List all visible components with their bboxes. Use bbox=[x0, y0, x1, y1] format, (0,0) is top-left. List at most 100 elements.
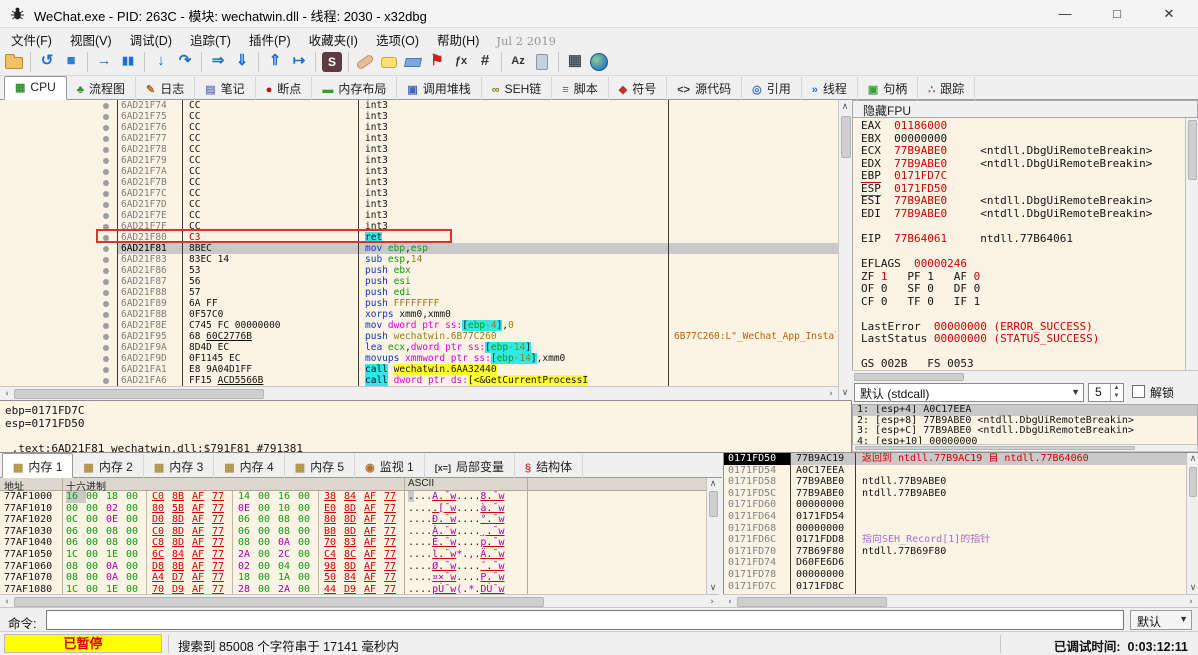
argument-count-stepper[interactable]: 5▲▼ bbox=[1088, 383, 1124, 402]
memory-byte[interactable]: 38 bbox=[318, 491, 344, 503]
tab-struct[interactable]: §结构体 bbox=[515, 454, 583, 478]
stack-row[interactable]: 0171FD7077B69F80ntdll.77B69F80 bbox=[724, 546, 1186, 558]
memory-byte[interactable]: AF bbox=[192, 537, 212, 549]
memory-byte[interactable]: 8D bbox=[172, 514, 192, 526]
memory-byte[interactable]: 00 bbox=[298, 572, 318, 584]
memory-byte[interactable]: AF bbox=[192, 572, 212, 584]
memory-byte[interactable]: 5B bbox=[172, 503, 192, 515]
breakpoint-dot-icon[interactable] bbox=[103, 268, 109, 274]
tab-dump-1[interactable]: ▦内存 1 bbox=[2, 453, 73, 478]
breakpoint-dot-icon[interactable] bbox=[103, 378, 109, 384]
tab-handles[interactable]: ▣句柄 bbox=[858, 77, 918, 100]
memory-byte[interactable]: 77 bbox=[212, 561, 232, 573]
memory-byte[interactable]: 18 bbox=[106, 491, 126, 503]
memory-byte[interactable]: AF bbox=[364, 584, 384, 594]
maximize-button[interactable]: □ bbox=[1094, 0, 1140, 27]
memory-byte[interactable]: 8B bbox=[172, 491, 192, 503]
memory-byte[interactable]: B8 bbox=[318, 526, 344, 538]
registers-list[interactable]: EAX 01186000EBX 00000000ECX 77B9ABE0 <nt… bbox=[852, 118, 1185, 370]
stack-row[interactable]: 0171FD5077B9AC19返回到 ntdll.77B9AC19 自 ntd… bbox=[724, 453, 1186, 465]
memory-byte[interactable]: 2C bbox=[278, 549, 298, 561]
memory-byte[interactable]: 00 bbox=[66, 503, 86, 515]
tab-references[interactable]: ◎引用 bbox=[742, 77, 802, 100]
argument-row[interactable]: 3: [esp+C] 77B9ABE0 <ntdll.DbgUiRemoteBr… bbox=[853, 426, 1197, 437]
tab-seh[interactable]: ∞SEH链 bbox=[482, 77, 553, 100]
memory-byte[interactable]: 00 bbox=[86, 561, 106, 573]
memory-row[interactable]: 77AF10200C000E00D08DAF7706000800808DAF77… bbox=[0, 514, 706, 526]
memory-byte[interactable]: C0 bbox=[146, 491, 172, 503]
breakpoint-dot-icon[interactable] bbox=[103, 202, 109, 208]
memory-byte[interactable]: 00 bbox=[86, 526, 106, 538]
breakpoint-dot-icon[interactable] bbox=[103, 125, 109, 131]
breakpoint-dot-icon[interactable] bbox=[103, 103, 109, 109]
memory-byte[interactable]: AF bbox=[192, 503, 212, 515]
patches-icon[interactable] bbox=[355, 54, 374, 71]
register-line[interactable]: EDI 77B9ABE0 <ntdll.DbgUiRemoteBreakin> bbox=[853, 208, 1185, 221]
disassembly-vertical-scrollbar[interactable]: ∧ ∨ bbox=[838, 100, 852, 400]
breakpoint-dot-icon[interactable] bbox=[103, 169, 109, 175]
stack-horizontal-scrollbar[interactable]: ‹ › bbox=[723, 594, 1198, 608]
memory-byte[interactable]: 8D bbox=[344, 503, 364, 515]
memory-byte[interactable]: 02 bbox=[106, 503, 126, 515]
scrollbar-thumb[interactable] bbox=[1189, 467, 1197, 497]
memory-byte[interactable]: 14 bbox=[232, 491, 258, 503]
memory-byte[interactable]: 00 bbox=[126, 526, 146, 538]
memory-byte[interactable]: C0 bbox=[146, 526, 172, 538]
memory-byte[interactable]: 77 bbox=[212, 503, 232, 515]
memory-byte[interactable]: AF bbox=[192, 526, 212, 538]
memory-byte[interactable]: AF bbox=[192, 514, 212, 526]
memory-byte[interactable]: E0 bbox=[318, 503, 344, 515]
disasm-row[interactable]: 6AD21F7CCCint3 bbox=[0, 188, 838, 199]
run-to-selection-icon[interactable]: ⇒ bbox=[206, 50, 230, 74]
breakpoint-dot-icon[interactable] bbox=[103, 257, 109, 263]
memory-byte[interactable]: 00 bbox=[126, 572, 146, 584]
scroll-down-arrow[interactable]: ∨ bbox=[707, 582, 719, 594]
disasm-row[interactable]: 6AD21F9D0F1145 ECmovups xmmword ptr ss:[… bbox=[0, 353, 838, 364]
breakpoint-dot-icon[interactable] bbox=[103, 246, 109, 252]
disasm-row[interactable]: 6AD21F896A FFpush FFFFFFFF bbox=[0, 298, 838, 309]
scrollbar-thumb[interactable] bbox=[1188, 120, 1197, 180]
memory-byte[interactable]: 8D bbox=[172, 537, 192, 549]
memory-byte[interactable]: 10 bbox=[278, 503, 298, 515]
memory-byte[interactable]: 06 bbox=[66, 526, 86, 538]
memory-byte[interactable]: 77 bbox=[212, 572, 232, 584]
memory-byte[interactable]: 0A bbox=[278, 537, 298, 549]
memory-byte[interactable]: 50 bbox=[318, 572, 344, 584]
text-icon[interactable]: Az bbox=[506, 50, 530, 74]
memory-vertical-scrollbar[interactable]: ∧ ∨ bbox=[706, 478, 719, 594]
memory-byte[interactable]: AF bbox=[364, 491, 384, 503]
memory-byte[interactable]: C8 bbox=[146, 537, 172, 549]
memory-byte[interactable]: 2A bbox=[278, 584, 298, 594]
pause-icon[interactable]: ▮▮ bbox=[116, 50, 140, 74]
memory-byte[interactable]: 08 bbox=[106, 537, 126, 549]
scrollbar-thumb[interactable] bbox=[855, 446, 1135, 450]
disasm-row[interactable]: 6AD21F818BECmov ebp,esp bbox=[0, 243, 838, 254]
minimize-button[interactable]: — bbox=[1042, 0, 1088, 27]
breakpoint-dot-icon[interactable] bbox=[103, 213, 109, 219]
memory-byte[interactable]: 00 bbox=[86, 503, 106, 515]
memory-byte[interactable]: AF bbox=[364, 526, 384, 538]
memory-byte[interactable]: 00 bbox=[126, 514, 146, 526]
stop-icon[interactable]: ■ bbox=[59, 50, 83, 74]
disassembly-horizontal-scrollbar[interactable]: ‹ › bbox=[0, 386, 838, 400]
run-to-user-code-icon[interactable]: ↦ bbox=[287, 50, 311, 74]
memory-byte[interactable]: 44 bbox=[318, 584, 344, 594]
disasm-row[interactable]: 6AD21F7ECCint3 bbox=[0, 210, 838, 221]
memory-byte[interactable]: 00 bbox=[86, 549, 106, 561]
stack-row[interactable]: 0171FD54A0C17EEA bbox=[724, 465, 1186, 477]
disasm-row[interactable]: 6AD21F75CCint3 bbox=[0, 111, 838, 122]
unlock-checkbox[interactable] bbox=[1132, 385, 1145, 398]
memory-byte[interactable]: 8D bbox=[344, 526, 364, 538]
stepper-arrows-icon[interactable]: ▲▼ bbox=[1110, 384, 1122, 401]
stack-row[interactable]: 0171FD74D60FE6D6 bbox=[724, 557, 1186, 569]
stack-row[interactable]: 0171FD6000000000 bbox=[724, 499, 1186, 511]
memory-byte[interactable]: 04 bbox=[278, 561, 298, 573]
memory-byte[interactable]: 98 bbox=[318, 561, 344, 573]
stack-row[interactable]: 0171FD6800000000 bbox=[724, 523, 1186, 535]
memory-byte[interactable]: 00 bbox=[258, 526, 278, 538]
disasm-row[interactable]: 6AD21FA1E8 9A04D1FFcall wechatwin.6AA324… bbox=[0, 364, 838, 375]
hide-fpu-header[interactable]: 隐藏FPU bbox=[852, 100, 1198, 118]
memory-byte[interactable]: 00 bbox=[126, 561, 146, 573]
memory-byte[interactable]: 28 bbox=[232, 584, 258, 594]
disasm-row[interactable]: 6AD21F7BCCint3 bbox=[0, 177, 838, 188]
